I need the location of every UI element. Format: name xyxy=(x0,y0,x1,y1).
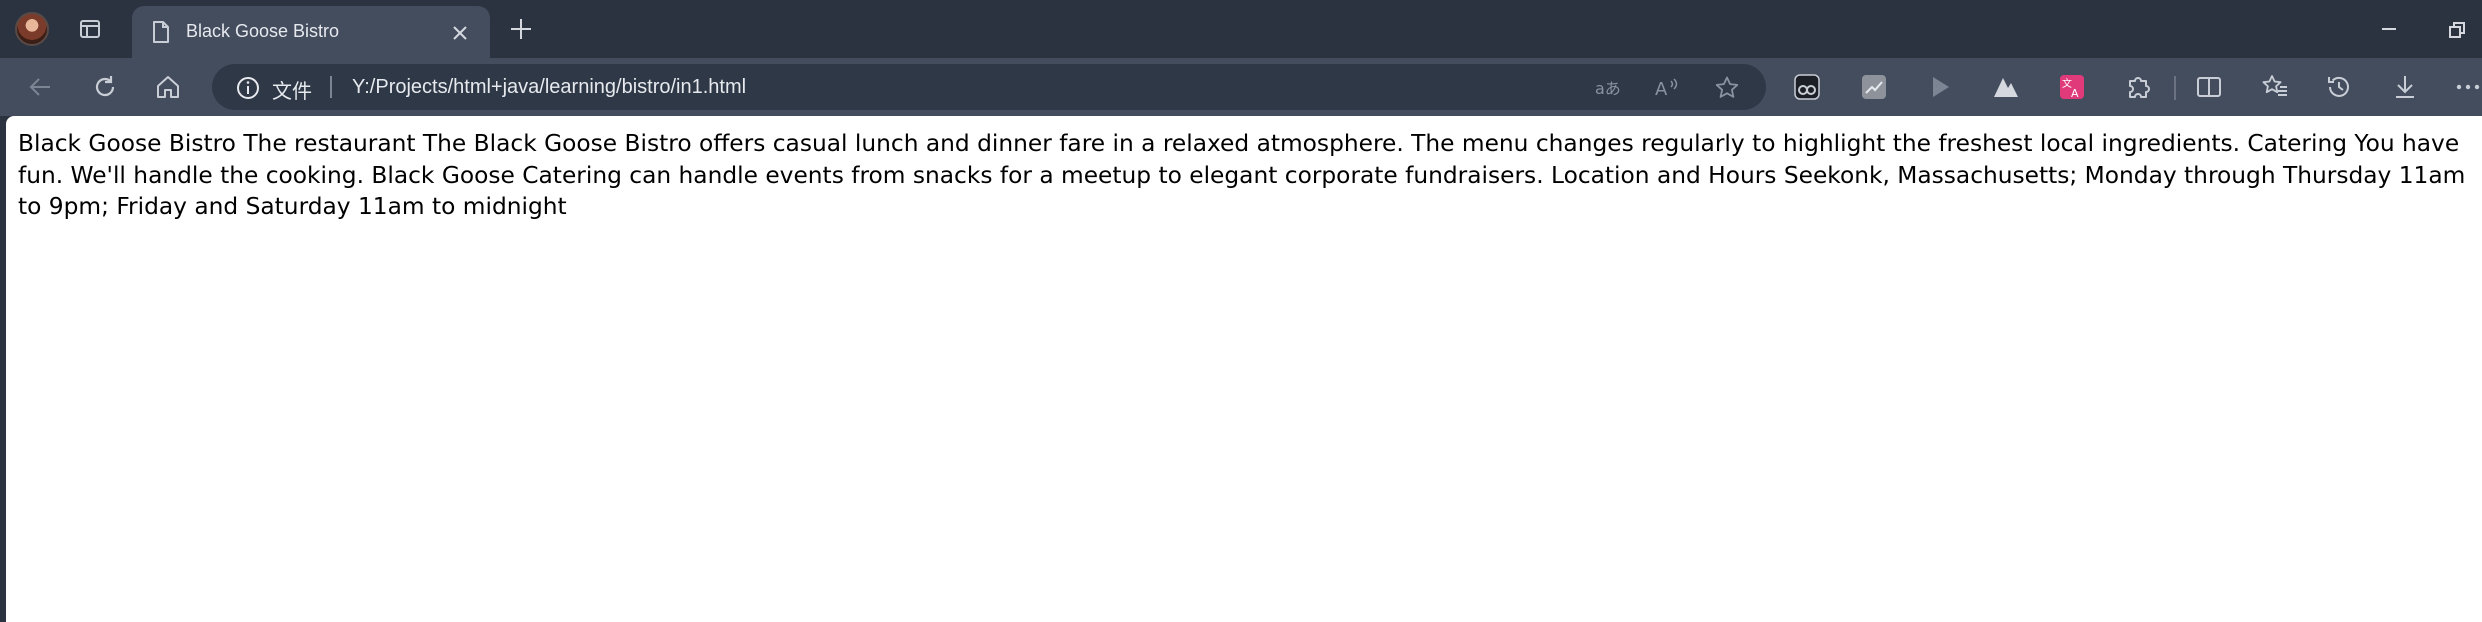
svg-text:A: A xyxy=(1655,79,1668,100)
read-aloud-icon[interactable]: A xyxy=(1654,75,1680,101)
svg-text:aあ: aあ xyxy=(1595,79,1620,98)
browser-window: Black Goose Bistro 文件 Y:/Projects/html+j… xyxy=(0,0,2482,622)
immersive-reader-icon[interactable]: aあ xyxy=(1594,75,1620,101)
extensions-puzzle-icon[interactable] xyxy=(2124,73,2152,101)
svg-text:A: A xyxy=(2071,87,2079,100)
restore-icon[interactable] xyxy=(2446,20,2468,40)
more-options-icon[interactable] xyxy=(2454,73,2482,101)
favorites-icon[interactable] xyxy=(2261,73,2289,101)
page-viewport: Black Goose Bistro The restaurant The Bl… xyxy=(6,116,2482,622)
tab-active[interactable]: Black Goose Bistro xyxy=(132,6,490,58)
favorite-star-icon[interactable] xyxy=(1714,75,1740,101)
close-tab-icon[interactable] xyxy=(450,23,470,43)
downloads-icon[interactable] xyxy=(2391,73,2419,101)
extension-scribble-icon[interactable] xyxy=(1860,73,1888,101)
site-info-icon[interactable] xyxy=(236,76,260,100)
toolbar-separator xyxy=(2174,76,2176,100)
extension-tampermonkey-icon[interactable] xyxy=(1793,73,1821,101)
profile-avatar[interactable] xyxy=(15,12,49,46)
tab-strip: Black Goose Bistro xyxy=(0,0,2482,58)
refresh-icon[interactable] xyxy=(91,73,119,101)
split-screen-icon[interactable] xyxy=(2195,73,2223,101)
url-text[interactable]: Y:/Projects/html+java/learning/bistro/in… xyxy=(352,76,746,99)
back-icon[interactable] xyxy=(26,73,54,101)
extension-mountain-icon[interactable] xyxy=(1992,73,2020,101)
extension-play-icon[interactable] xyxy=(1926,73,1954,101)
page-file-icon xyxy=(150,20,172,44)
minimize-icon[interactable] xyxy=(2378,20,2400,38)
address-divider xyxy=(330,76,332,98)
new-tab-icon[interactable] xyxy=(508,16,534,42)
extension-translate-icon[interactable]: 文A xyxy=(2058,73,2086,101)
page-body-text: Black Goose Bistro The restaurant The Bl… xyxy=(18,130,2466,220)
history-icon[interactable] xyxy=(2325,73,2353,101)
file-scheme-label: 文件 xyxy=(272,79,312,103)
tab-actions-icon[interactable] xyxy=(78,17,102,41)
navigation-toolbar: 文件 Y:/Projects/html+java/learning/bistro… xyxy=(0,58,2482,116)
address-bar[interactable]: 文件 Y:/Projects/html+java/learning/bistro… xyxy=(212,64,1766,110)
tab-title: Black Goose Bistro xyxy=(186,21,340,41)
home-icon[interactable] xyxy=(154,73,182,101)
